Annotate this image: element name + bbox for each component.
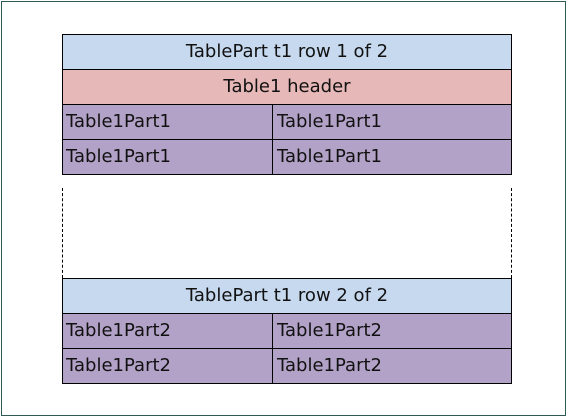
table-cell: Table1Part2 (277, 355, 382, 376)
table-cell: Table1Part1 (277, 146, 382, 167)
table-cell: Table1Part1 (63, 140, 273, 174)
table-cell: Table1Part2 (63, 349, 273, 383)
table-part-1: TablePart t1 row 1 of 2 Table1 header Ta… (62, 34, 512, 175)
table-part-1-title: TablePart t1 row 1 of 2 (62, 34, 512, 70)
table-part-2-title: TablePart t1 row 2 of 2 (62, 278, 512, 314)
table-header: Table1 header (62, 69, 512, 105)
table-cell: Table1Part2 (277, 320, 382, 341)
table-cell: Table1Part1 (63, 105, 273, 139)
table-row: Table1Part1 Table1Part1 (62, 139, 512, 175)
table-cell: Table1Part1 (277, 111, 382, 132)
table-row: Table1Part1 Table1Part1 (62, 104, 512, 140)
table-row: Table1Part2 Table1Part2 (62, 313, 512, 349)
page-break-gap (62, 188, 512, 278)
page-break-right-line (511, 188, 512, 278)
table-part-2: TablePart t1 row 2 of 2 Table1Part2 Tabl… (62, 278, 512, 384)
table-cell: Table1Part2 (63, 314, 273, 348)
table-row: Table1Part2 Table1Part2 (62, 348, 512, 384)
page-break-left-line (62, 188, 63, 278)
